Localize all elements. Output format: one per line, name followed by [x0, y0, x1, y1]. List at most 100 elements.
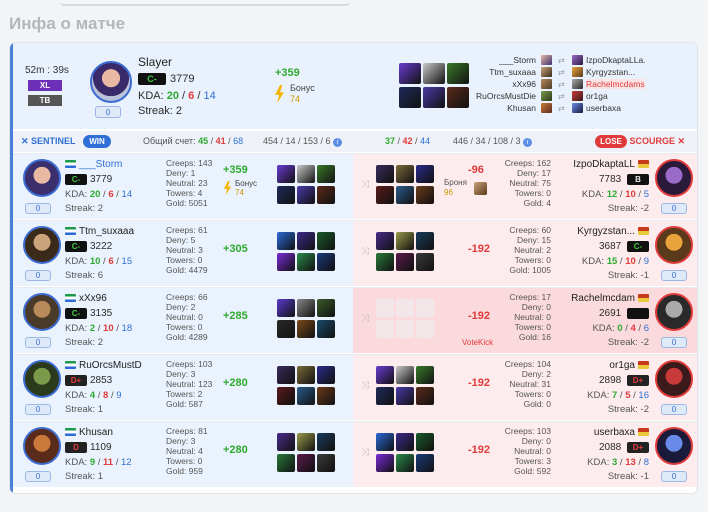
item-slot[interactable]: [317, 253, 335, 271]
item-slot[interactable]: [396, 299, 414, 317]
item-slot[interactable]: [277, 253, 295, 271]
item-slot[interactable]: [396, 186, 414, 204]
item-slot[interactable]: [376, 320, 394, 338]
item-slot[interactable]: [376, 165, 394, 183]
item-slot[interactable]: [317, 387, 335, 405]
player-name[interactable]: ___Storm: [65, 159, 122, 170]
item-slot[interactable]: [277, 366, 295, 384]
item-slot[interactable]: [277, 232, 295, 250]
player-kda: KDA: 2 / 10 / 18: [65, 323, 133, 334]
item-slot[interactable]: [376, 454, 394, 472]
scourge-player-name[interactable]: IzpoDkaptaLLa.: [586, 55, 646, 65]
hero-avatar[interactable]: [655, 360, 693, 398]
sentinel-player-name[interactable]: RuOrcsMustDie: [416, 91, 536, 101]
scourge-player-name[interactable]: or1ga: [586, 91, 608, 101]
item-slot[interactable]: [416, 299, 434, 317]
item-slot[interactable]: [416, 454, 434, 472]
item-slot[interactable]: [396, 253, 414, 271]
item-slot[interactable]: [376, 253, 394, 271]
player-level-badge: 0: [661, 471, 687, 482]
scourge-player-name[interactable]: userbaxa: [586, 103, 621, 113]
player-name[interactable]: userbaxa: [553, 427, 649, 438]
item-slot[interactable]: [317, 320, 335, 338]
item-slot[interactable]: [297, 454, 315, 472]
item-slot[interactable]: [376, 186, 394, 204]
item-slot[interactable]: [297, 299, 315, 317]
item-slot[interactable]: [277, 454, 295, 472]
item-slot[interactable]: [317, 299, 335, 317]
player-name[interactable]: Ttm_suxaaa: [65, 226, 134, 237]
item-slot[interactable]: [317, 366, 335, 384]
item-slot[interactable]: [396, 165, 414, 183]
sentinel-player-name[interactable]: Khusan: [416, 103, 536, 113]
item-slot[interactable]: [396, 232, 414, 250]
item-slot[interactable]: [317, 454, 335, 472]
item-slot[interactable]: [317, 186, 335, 204]
player-name[interactable]: Slayer: [138, 55, 172, 69]
item-slot[interactable]: [416, 253, 434, 271]
player-avatar[interactable]: [90, 61, 132, 103]
item-slot[interactable]: [416, 232, 434, 250]
item-slot[interactable]: [376, 299, 394, 317]
info-icon[interactable]: i: [523, 138, 533, 147]
item-slot[interactable]: [277, 165, 295, 183]
player-name[interactable]: Kyrgyzstan...: [553, 226, 649, 237]
item-slot[interactable]: [416, 366, 434, 384]
item-slot[interactable]: [396, 366, 414, 384]
item-slot[interactable]: [396, 387, 414, 405]
hero-avatar[interactable]: [23, 226, 61, 264]
item-slot[interactable]: [396, 320, 414, 338]
item-slot[interactable]: [416, 186, 434, 204]
item-slot[interactable]: [376, 366, 394, 384]
item-slot[interactable]: [317, 165, 335, 183]
item-slot[interactable]: [277, 433, 295, 451]
item-slot[interactable]: [376, 387, 394, 405]
player-name[interactable]: Rachelmcdam: [553, 293, 649, 304]
item-slot[interactable]: [297, 232, 315, 250]
item-slot[interactable]: [297, 366, 315, 384]
player-name[interactable]: Khusan: [65, 427, 113, 438]
item-slot[interactable]: [396, 433, 414, 451]
item-slot[interactable]: [297, 387, 315, 405]
item-slot[interactable]: [297, 320, 315, 338]
item-slot[interactable]: [416, 320, 434, 338]
item-slot[interactable]: [297, 165, 315, 183]
player-kda: KDA: 12 / 10 / 5: [581, 189, 649, 200]
bonus-value: 74: [290, 94, 301, 104]
hero-avatar[interactable]: [23, 293, 61, 331]
sentinel-player-name[interactable]: xXx96: [416, 79, 536, 89]
hero-avatar[interactable]: [655, 293, 693, 331]
item-slot[interactable]: [317, 232, 335, 250]
votekick-label[interactable]: VoteKick: [462, 338, 493, 347]
item-slot[interactable]: [297, 253, 315, 271]
sentinel-player-name[interactable]: ___Storm: [416, 55, 536, 65]
scourge-player-name[interactable]: Kyrgyzstan...: [586, 67, 635, 77]
item-slot[interactable]: [376, 433, 394, 451]
sentinel-player-name[interactable]: Ttm_suxaaa: [416, 67, 536, 77]
hero-avatar[interactable]: [655, 427, 693, 465]
hero-avatar[interactable]: [23, 427, 61, 465]
player-name[interactable]: xXx96: [65, 293, 107, 304]
hero-avatar[interactable]: [655, 226, 693, 264]
player-name[interactable]: RuOrcsMustD: [65, 360, 142, 371]
item-slot[interactable]: [416, 387, 434, 405]
item-slot[interactable]: [416, 165, 434, 183]
hero-avatar[interactable]: [23, 360, 61, 398]
scourge-player-name[interactable]: Rachelmcdams: [586, 79, 645, 89]
player-name[interactable]: or1ga: [553, 360, 649, 371]
hero-avatar[interactable]: [23, 159, 61, 197]
item-slot[interactable]: [277, 320, 295, 338]
item-slot[interactable]: [297, 186, 315, 204]
item-slot[interactable]: [396, 454, 414, 472]
item-slot[interactable]: [277, 299, 295, 317]
item-slot[interactable]: [297, 433, 315, 451]
item-slot[interactable]: [277, 387, 295, 405]
item-slot[interactable]: [317, 433, 335, 451]
hero-avatar[interactable]: [655, 159, 693, 197]
item-slot[interactable]: [376, 232, 394, 250]
info-icon[interactable]: i: [333, 138, 343, 147]
item-slot[interactable]: [277, 186, 295, 204]
player-mmr: 2898: [598, 375, 622, 387]
item-slot[interactable]: [416, 433, 434, 451]
player-name[interactable]: IzpoDkaptaLL: [553, 159, 649, 170]
